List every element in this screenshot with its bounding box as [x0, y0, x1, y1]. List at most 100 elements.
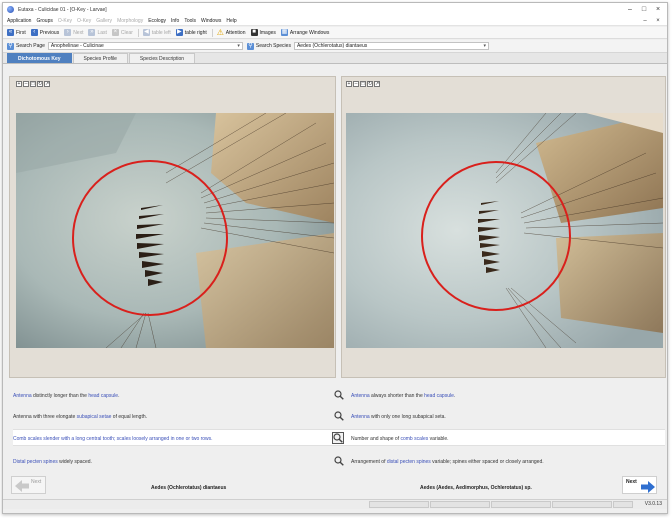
first-button[interactable]: « First — [7, 29, 26, 36]
expand-icon[interactable]: ↗ — [374, 81, 380, 87]
magnifier-button[interactable] — [333, 455, 345, 467]
mdi-close-button[interactable]: × — [652, 16, 664, 26]
arrange-windows-label: Arrange Windows — [289, 29, 330, 36]
previous-nav-button[interactable]: Next — [11, 476, 46, 494]
close-button[interactable]: × — [651, 3, 665, 16]
clear-button[interactable]: × Clear — [111, 29, 133, 36]
menu-o-key[interactable]: O-Key — [58, 18, 72, 24]
couplet-right-4[interactable]: Arrangement of distal pecten spines vari… — [351, 459, 544, 465]
search-page-select[interactable]: Anophelinae - Culicinae ▾ — [47, 42, 243, 50]
zoom-in-icon[interactable]: + — [346, 81, 352, 87]
menu-groups[interactable]: Groups — [36, 18, 52, 24]
search-page-label: ⚲ Search Page — [7, 42, 45, 50]
arrange-windows-icon: ▦ — [280, 29, 288, 36]
left-specimen-image[interactable] — [16, 113, 334, 348]
tab-dichotomous-key[interactable]: Dichotomous Key — [7, 53, 72, 63]
term-link[interactable]: head capsule — [424, 393, 454, 399]
magnifier-icon — [334, 411, 344, 421]
images-button[interactable]: ■ Images — [250, 29, 276, 36]
previous-button[interactable]: ‹ Previous — [30, 29, 59, 36]
magnifier-button-selected[interactable] — [332, 432, 344, 444]
couplet-text: always shorter than the — [369, 393, 425, 399]
rotate-icon[interactable]: ↻ — [37, 81, 43, 87]
zoom-fit-icon[interactable]: □ — [30, 81, 36, 87]
status-segment — [613, 501, 633, 508]
menu-ecology[interactable]: Ecology — [148, 18, 166, 24]
table-right-icon: ▶ — [175, 29, 183, 36]
couplet-text: Arrangement of — [351, 459, 387, 465]
term-link[interactable]: head capsule — [88, 393, 118, 399]
menu-tools[interactable]: Tools — [184, 18, 196, 24]
couplet-right-2[interactable]: Antenna with only one long subapical set… — [351, 414, 446, 420]
couplet-text: . — [453, 393, 456, 399]
menu-windows[interactable]: Windows — [201, 18, 221, 24]
couplet-text: distinctly longer than the — [31, 393, 89, 399]
magnifier-button[interactable] — [333, 389, 345, 401]
menu-info[interactable]: Info — [171, 18, 179, 24]
menu-help[interactable]: Help — [226, 18, 236, 24]
result-right[interactable]: Aedes (Aedes, Aedimorphus, Ochlerotatus)… — [420, 485, 532, 491]
attention-label: Attention — [225, 29, 246, 36]
right-specimen-image[interactable] — [346, 113, 663, 348]
menu-gallery[interactable]: Gallery — [96, 18, 112, 24]
term-link[interactable]: Comb scales — [13, 436, 42, 442]
menu-morphology[interactable]: Morphology — [117, 18, 143, 24]
images-label: Images — [259, 29, 276, 36]
clear-icon: × — [111, 29, 119, 36]
search-species-icon: ⚲ — [246, 42, 254, 50]
search-species-select[interactable]: Aedes (Ochlerotatus) diantaeus ▾ — [293, 42, 489, 50]
zoom-out-icon[interactable]: – — [353, 81, 359, 87]
search-page-icon: ⚲ — [7, 42, 14, 50]
couplet-right-3[interactable]: Number and shape of comb scales variable… — [351, 436, 449, 442]
next-nav-label: Next — [626, 479, 637, 485]
next-toolbar-button[interactable]: › Next — [64, 29, 83, 36]
rotate-icon[interactable]: ↻ — [367, 81, 373, 87]
mdi-minimize-button[interactable]: – — [639, 16, 651, 26]
term-link[interactable]: Antenna — [13, 393, 32, 399]
magnifier-button[interactable] — [333, 410, 345, 422]
arrange-windows-button[interactable]: ▦ Arrange Windows — [280, 29, 330, 36]
term-link[interactable]: distal pecten spines — [387, 459, 431, 465]
toolbar-separator-2 — [211, 28, 213, 37]
menu-application[interactable]: Application — [7, 18, 31, 24]
term-link[interactable]: subapical setae — [77, 414, 112, 420]
expand-icon[interactable]: ↗ — [44, 81, 50, 87]
next-icon: › — [64, 29, 72, 36]
table-left-button[interactable]: ◀ table left — [142, 29, 171, 36]
couplet-right-1[interactable]: Antenna always shorter than the head cap… — [351, 393, 455, 399]
couplet-left-2[interactable]: Antenna with three elongate subapical se… — [13, 414, 147, 420]
previous-icon: ‹ — [30, 29, 38, 36]
next-nav-button[interactable]: Next — [622, 476, 657, 494]
status-segment — [491, 501, 551, 508]
maximize-button[interactable]: □ — [637, 3, 651, 16]
last-button[interactable]: » Last — [88, 29, 107, 36]
result-left[interactable]: Aedes (Ochlerotatus) diantaeus — [151, 485, 226, 491]
search-bar: ⚲ Search Page Anophelinae - Culicinae ▾ … — [3, 40, 667, 53]
minimize-button[interactable]: – — [623, 3, 637, 16]
menu-bar: Application Groups O-Key O-Key Gallery M… — [3, 16, 667, 26]
couplet-left-3[interactable]: Comb scales slender with a long central … — [13, 436, 213, 442]
attention-button[interactable]: ⚠ Attention — [217, 29, 246, 37]
zoom-out-icon[interactable]: – — [23, 81, 29, 87]
left-zoom-controls: + – □ ↻ ↗ — [16, 81, 51, 87]
menu-o-key-2[interactable]: O-Key — [77, 18, 91, 24]
chevron-down-icon: ▾ — [237, 43, 240, 49]
term-link[interactable]: Antenna — [351, 414, 370, 420]
magnifier-icon — [333, 433, 343, 443]
couplet-left-1[interactable]: Antenna distinctly longer than the head … — [13, 393, 119, 399]
zoom-in-icon[interactable]: + — [16, 81, 22, 87]
zoom-fit-icon[interactable]: □ — [360, 81, 366, 87]
toolbar: « First ‹ Previous › Next » Last × Clear… — [3, 27, 667, 39]
tab-species-profile[interactable]: Species Profile — [72, 53, 128, 63]
tab-species-description[interactable]: Species Description — [128, 53, 196, 63]
first-label: First — [16, 29, 26, 36]
couplet-text: with only one long subapical seta. — [369, 414, 446, 420]
couplet-text: variable. — [428, 436, 449, 442]
couplet-left-4[interactable]: Distal pecten spines widely spaced. — [13, 459, 92, 465]
title-bar: Eutaxa - Culicidae 01 - [O-Key - Larvae]… — [3, 3, 667, 16]
term-link[interactable]: comb scales — [400, 436, 428, 442]
term-link[interactable]: Distal pecten spines — [13, 459, 58, 465]
search-species-label-text: Search Species — [255, 43, 291, 49]
term-link[interactable]: Antenna — [351, 393, 370, 399]
table-right-button[interactable]: ▶ table right — [175, 29, 207, 36]
